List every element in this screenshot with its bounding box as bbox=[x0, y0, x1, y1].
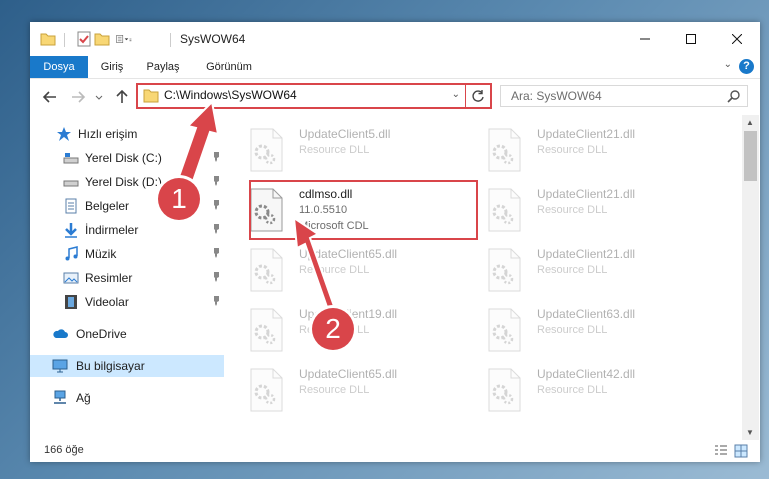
annotation-arrows bbox=[174, 99, 336, 312]
arrow-to-cdlmso bbox=[292, 215, 336, 312]
step-callout-1: 1 bbox=[158, 178, 200, 220]
step-callout-2: 2 bbox=[312, 308, 354, 350]
arrow-to-address-bar bbox=[174, 99, 220, 192]
